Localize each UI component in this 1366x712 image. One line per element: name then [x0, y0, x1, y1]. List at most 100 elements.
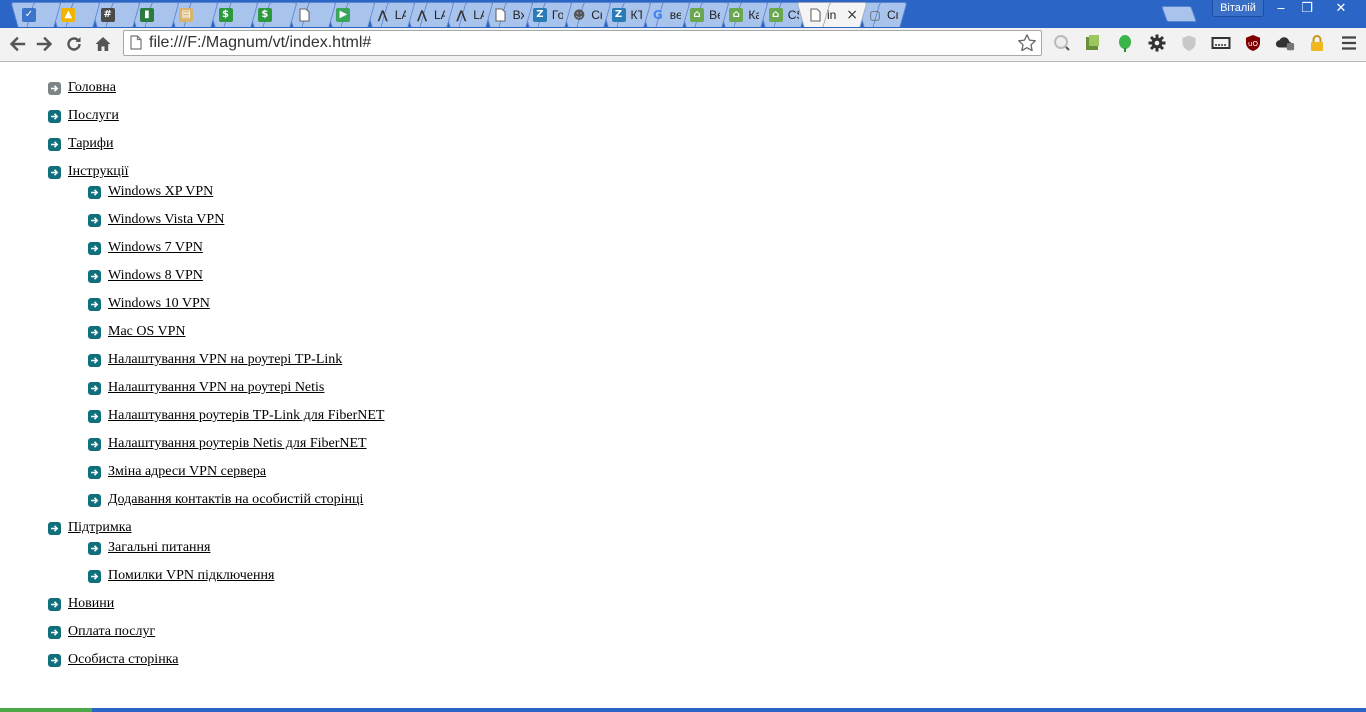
arrow-bullet-icon	[48, 137, 61, 151]
forward-button[interactable]	[33, 32, 57, 56]
shield-extension[interactable]	[1179, 33, 1199, 53]
cloud-extension[interactable]	[1275, 33, 1295, 53]
submenu-item: Додавання контактів на особистій сторінц…	[88, 492, 363, 508]
arrow-bullet-icon	[48, 597, 61, 611]
search-extension[interactable]	[1052, 33, 1072, 53]
submenu-item: Windows 10 VPN	[88, 296, 210, 312]
green-leaf-icon: ▶	[336, 8, 351, 22]
profile-button[interactable]: Віталій	[1212, 0, 1264, 17]
close-window-button[interactable]: ✕	[1320, 0, 1362, 17]
house-icon: ⌂	[729, 8, 744, 22]
arrow-bullet-icon	[88, 353, 101, 367]
tab-title: LANB	[473, 8, 485, 22]
lock-icon	[1311, 35, 1323, 51]
settings-extension[interactable]	[1147, 33, 1167, 53]
submenu-link-windows-10[interactable]: Windows 10 VPN	[108, 296, 210, 312]
menu-item-novyny: Новини	[48, 596, 114, 612]
submenu-link-mac-os[interactable]: Mac OS VPN	[108, 324, 186, 340]
menu-item-pidtrymka: Підтримка	[48, 520, 132, 536]
arrow-bullet-icon	[48, 165, 61, 179]
start-button-edge[interactable]	[0, 708, 92, 712]
lan-icon: ⋀	[416, 8, 428, 22]
drive-icon: ▲	[61, 8, 76, 22]
submenu-link-windows-xp[interactable]: Windows XP VPN	[108, 184, 213, 200]
submenu-link-netis-fibernet[interactable]: Налаштування роутерів Netis для FiberNET	[108, 436, 367, 452]
reload-icon	[67, 37, 81, 51]
submenu-link-netis-vpn[interactable]: Налаштування VPN на роутері Netis	[108, 380, 324, 396]
z-icon: Z	[611, 8, 626, 22]
evernote-save-extension[interactable]	[1083, 33, 1103, 53]
octocat-icon: ☻	[572, 8, 586, 22]
submenu-link-vpn-server-address[interactable]: Зміна адреси VPN сервера	[108, 464, 266, 480]
arrow-bullet-icon	[48, 521, 61, 535]
submenu-link-general-questions[interactable]: Загальні питання	[108, 540, 210, 556]
cloud-icon	[1275, 37, 1295, 51]
close-tab-icon[interactable]: ×	[846, 8, 858, 22]
reload-button[interactable]	[62, 32, 86, 56]
house-icon: ⌂	[690, 8, 705, 22]
lock-extension[interactable]	[1307, 33, 1327, 53]
bookmark-star-icon[interactable]	[1017, 33, 1037, 53]
submenu-item: Mac OS VPN	[88, 324, 186, 340]
lan-icon: ⋀	[456, 8, 467, 22]
menu-link-pidtrymka[interactable]: Підтримка	[68, 520, 132, 536]
tab-title: CSS |	[787, 8, 799, 22]
back-arrow-icon	[9, 36, 26, 52]
forward-arrow-icon	[36, 36, 53, 52]
address-bar[interactable]: file:///F:/Magnum/vt/index.html#	[123, 30, 1042, 56]
evernote-save-icon	[1086, 35, 1099, 50]
browser-tab[interactable]: ▢ Спра	[856, 2, 908, 27]
submenu-link-tplink-fibernet[interactable]: Налаштування роутерів TP-Link для FiberN…	[108, 408, 384, 424]
menu-link-posluhy[interactable]: Послуги	[68, 108, 119, 124]
new-tab-button[interactable]	[1161, 6, 1197, 22]
page-icon	[808, 8, 822, 22]
tab-strip: ✓ ▲ # ▮ ▤ $ $ ▶ ⋀ LANB ⋀ LANB ⋀ LANB Вход Z Голо ☻ Скач Z КТ…	[0, 0, 1366, 28]
submenu-item: Помилки VPN підключення	[88, 568, 274, 584]
tab-title: Скач	[591, 8, 602, 22]
arrow-bullet-icon	[88, 325, 101, 339]
home-button[interactable]	[91, 32, 115, 56]
ublock-icon: uO	[1246, 35, 1260, 51]
tab-active[interactable]: in ×	[796, 2, 868, 27]
browser-tab[interactable]: ✓	[10, 2, 62, 27]
tab-title: КТВ з	[630, 8, 642, 22]
lan-icon: ⋀	[377, 8, 388, 22]
leaf-extension[interactable]	[1115, 33, 1135, 53]
minimize-button[interactable]: ‒	[1268, 0, 1294, 17]
submenu-link-windows-vista[interactable]: Windows Vista VPN	[108, 212, 224, 228]
ublock-extension[interactable]: uO	[1243, 33, 1263, 53]
submenu-item: Налаштування VPN на роутері Netis	[88, 380, 324, 396]
submenu-link-windows-7[interactable]: Windows 7 VPN	[108, 240, 203, 256]
browser-toolbar: file:///F:/Magnum/vt/index.html# uO	[0, 28, 1366, 62]
chrome-menu-button[interactable]	[1339, 33, 1359, 53]
arrow-bullet-icon	[88, 269, 101, 283]
arrow-bullet-icon	[88, 493, 101, 507]
arrow-bullet-icon	[88, 541, 101, 555]
menu-item-instrukcii: Інструкції	[48, 164, 129, 180]
arrow-bullet-icon	[88, 213, 101, 227]
back-button[interactable]	[5, 32, 29, 56]
dollar-icon: $	[257, 8, 272, 22]
menu-link-instrukcii[interactable]: Інструкції	[68, 164, 129, 180]
hash-icon: #	[100, 8, 115, 22]
submenu-link-add-contacts[interactable]: Додавання контактів на особистій сторінц…	[108, 492, 363, 508]
menu-link-osobysta[interactable]: Особиста сторінка	[68, 652, 179, 668]
submenu-link-vpn-errors[interactable]: Помилки VPN підключення	[108, 568, 274, 584]
submenu-link-tplink-vpn[interactable]: Налаштування VPN на роутері TP-Link	[108, 352, 342, 368]
maximize-button[interactable]: ❐	[1294, 0, 1320, 17]
menu-link-taryfy[interactable]: Тарифи	[68, 136, 113, 152]
tab-title: Верт	[709, 8, 720, 22]
gear-icon	[1148, 34, 1166, 52]
menu-link-oplata[interactable]: Оплата послуг	[68, 624, 155, 640]
arrow-bullet-icon	[88, 381, 101, 395]
notes-icon: ▤	[179, 8, 194, 22]
tab-title: Голо	[551, 8, 563, 22]
card-extension[interactable]	[1211, 33, 1231, 53]
google-icon: G	[652, 8, 663, 22]
menu-item-oplata: Оплата послуг	[48, 624, 155, 640]
compose-icon: ✓	[22, 8, 36, 22]
menu-link-novyny[interactable]: Новини	[68, 596, 114, 612]
menu-link-holovna[interactable]: Головна	[68, 80, 116, 96]
submenu-link-windows-8[interactable]: Windows 8 VPN	[108, 268, 203, 284]
arrow-bullet-icon	[88, 569, 101, 583]
